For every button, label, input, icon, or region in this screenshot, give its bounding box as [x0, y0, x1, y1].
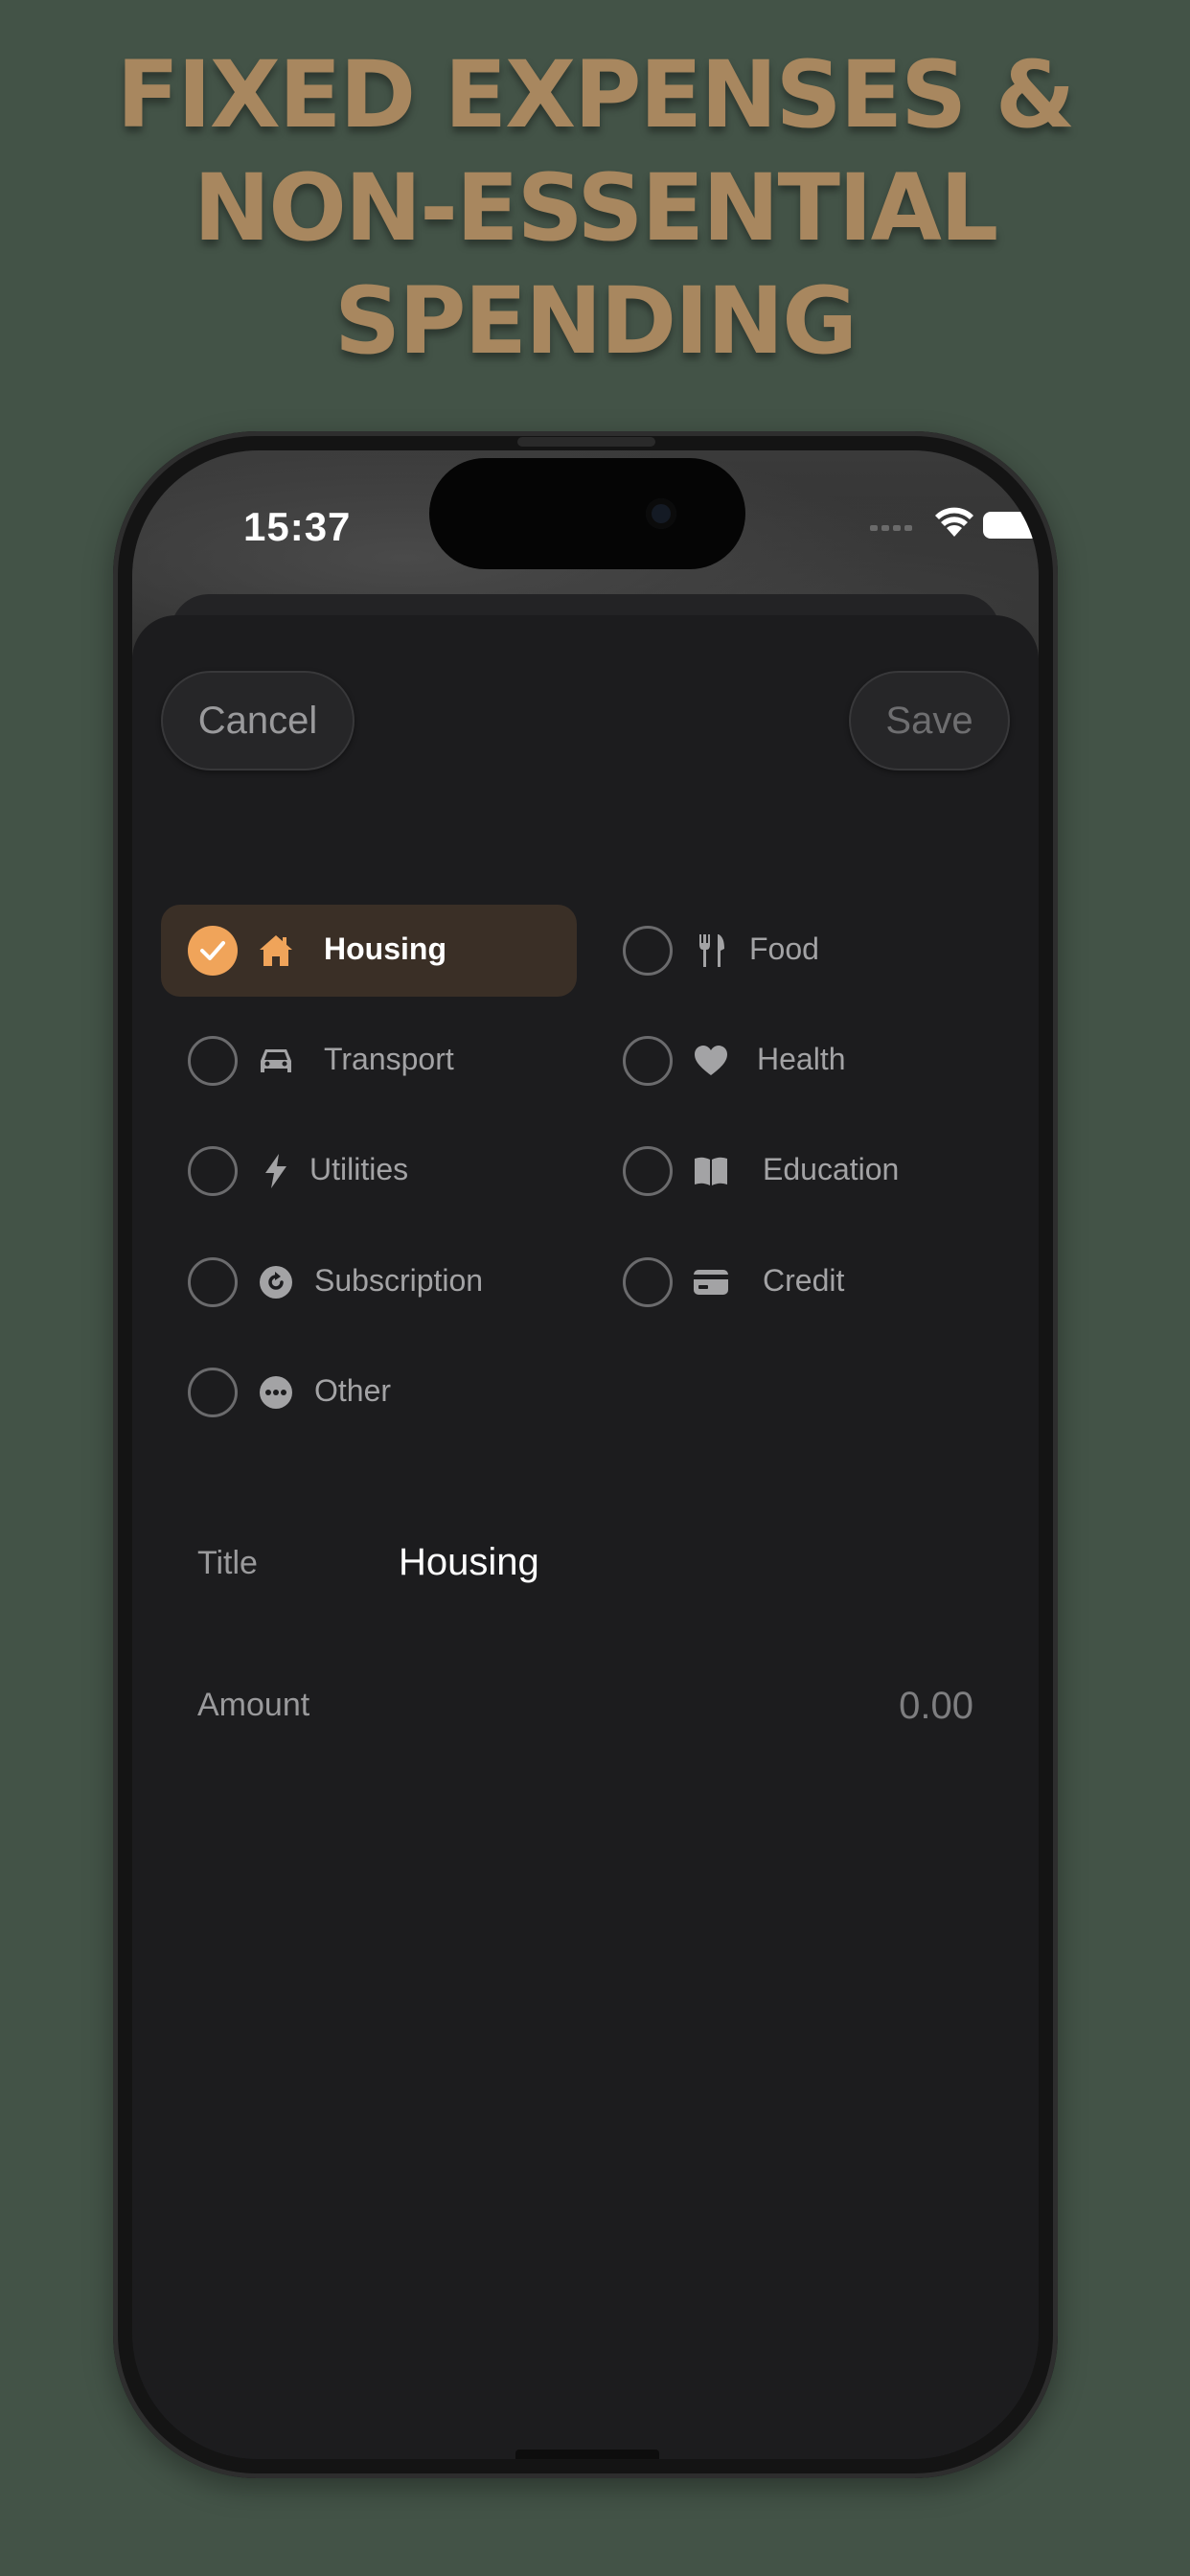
category-label: Health	[757, 1042, 846, 1076]
add-expense-sheet: Cancel Save Housing Food Transport Healt…	[132, 615, 1039, 2459]
category-label: Utilities	[309, 1152, 409, 1186]
amount-input[interactable]: 0.00	[899, 1685, 973, 1728]
radio-unchecked[interactable]	[623, 926, 673, 976]
home-indicator	[515, 2450, 659, 2459]
radio-unchecked[interactable]	[188, 1146, 238, 1196]
bolt-icon	[265, 1154, 286, 1188]
headline-line-3: SPENDING	[334, 267, 858, 375]
heart-icon	[695, 1046, 727, 1075]
category-label: Transport	[324, 1042, 454, 1076]
refresh-icon	[260, 1266, 292, 1299]
fork-knife-icon	[699, 934, 724, 967]
radio-unchecked[interactable]	[623, 1146, 673, 1196]
credit-card-icon	[694, 1270, 728, 1295]
category-food[interactable]: Food	[596, 905, 1012, 997]
book-icon	[695, 1157, 727, 1185]
title-field-label: Title	[197, 1545, 258, 1581]
dynamic-island	[429, 458, 745, 569]
category-other[interactable]: Other	[161, 1346, 577, 1438]
category-credit[interactable]: Credit	[596, 1236, 1012, 1328]
category-utilities[interactable]: Utilities	[161, 1125, 577, 1217]
status-time: 15:37	[243, 504, 352, 549]
headline-line-2: NON-ESSENTIAL	[193, 154, 998, 262]
house-icon	[260, 935, 292, 966]
wifi-icon	[935, 507, 973, 537]
car-icon	[261, 1049, 291, 1072]
category-label: Education	[763, 1152, 900, 1186]
radio-unchecked[interactable]	[623, 1257, 673, 1307]
category-label: Other	[314, 1373, 392, 1408]
category-housing[interactable]: Housing	[161, 905, 577, 997]
phone-screen: 15:37 Cancel Save Housing Food Transport…	[132, 450, 1039, 2459]
category-label: Credit	[763, 1263, 845, 1298]
save-button[interactable]: Save	[849, 671, 1010, 770]
marketing-headline: FIXED EXPENSES & NON-ESSENTIAL SPENDING	[0, 38, 1190, 378]
radio-unchecked[interactable]	[623, 1036, 673, 1086]
amount-field-label: Amount	[197, 1687, 310, 1723]
category-health[interactable]: Health	[596, 1015, 1012, 1107]
category-label: Food	[749, 932, 819, 966]
title-input[interactable]: Housing	[399, 1541, 539, 1584]
category-subscription[interactable]: Subscription	[161, 1236, 577, 1328]
ellipsis-icon	[260, 1376, 292, 1409]
headline-line-1: FIXED EXPENSES &	[116, 41, 1076, 149]
radio-unchecked[interactable]	[188, 1368, 238, 1417]
phone-top-edge	[517, 437, 655, 447]
phone-frame: 15:37 Cancel Save Housing Food Transport…	[113, 431, 1058, 2478]
checkmark-icon	[200, 941, 225, 960]
category-label: Housing	[324, 932, 446, 966]
camera-icon	[646, 498, 676, 529]
cellular-signal-icon	[870, 525, 914, 531]
radio-unchecked[interactable]	[188, 1036, 238, 1086]
cancel-button[interactable]: Cancel	[161, 671, 355, 770]
category-label: Subscription	[314, 1263, 484, 1298]
radio-checked[interactable]	[188, 926, 238, 976]
radio-unchecked[interactable]	[188, 1257, 238, 1307]
battery-icon	[983, 512, 1039, 539]
category-education[interactable]: Education	[596, 1125, 1012, 1217]
category-transport[interactable]: Transport	[161, 1015, 577, 1107]
